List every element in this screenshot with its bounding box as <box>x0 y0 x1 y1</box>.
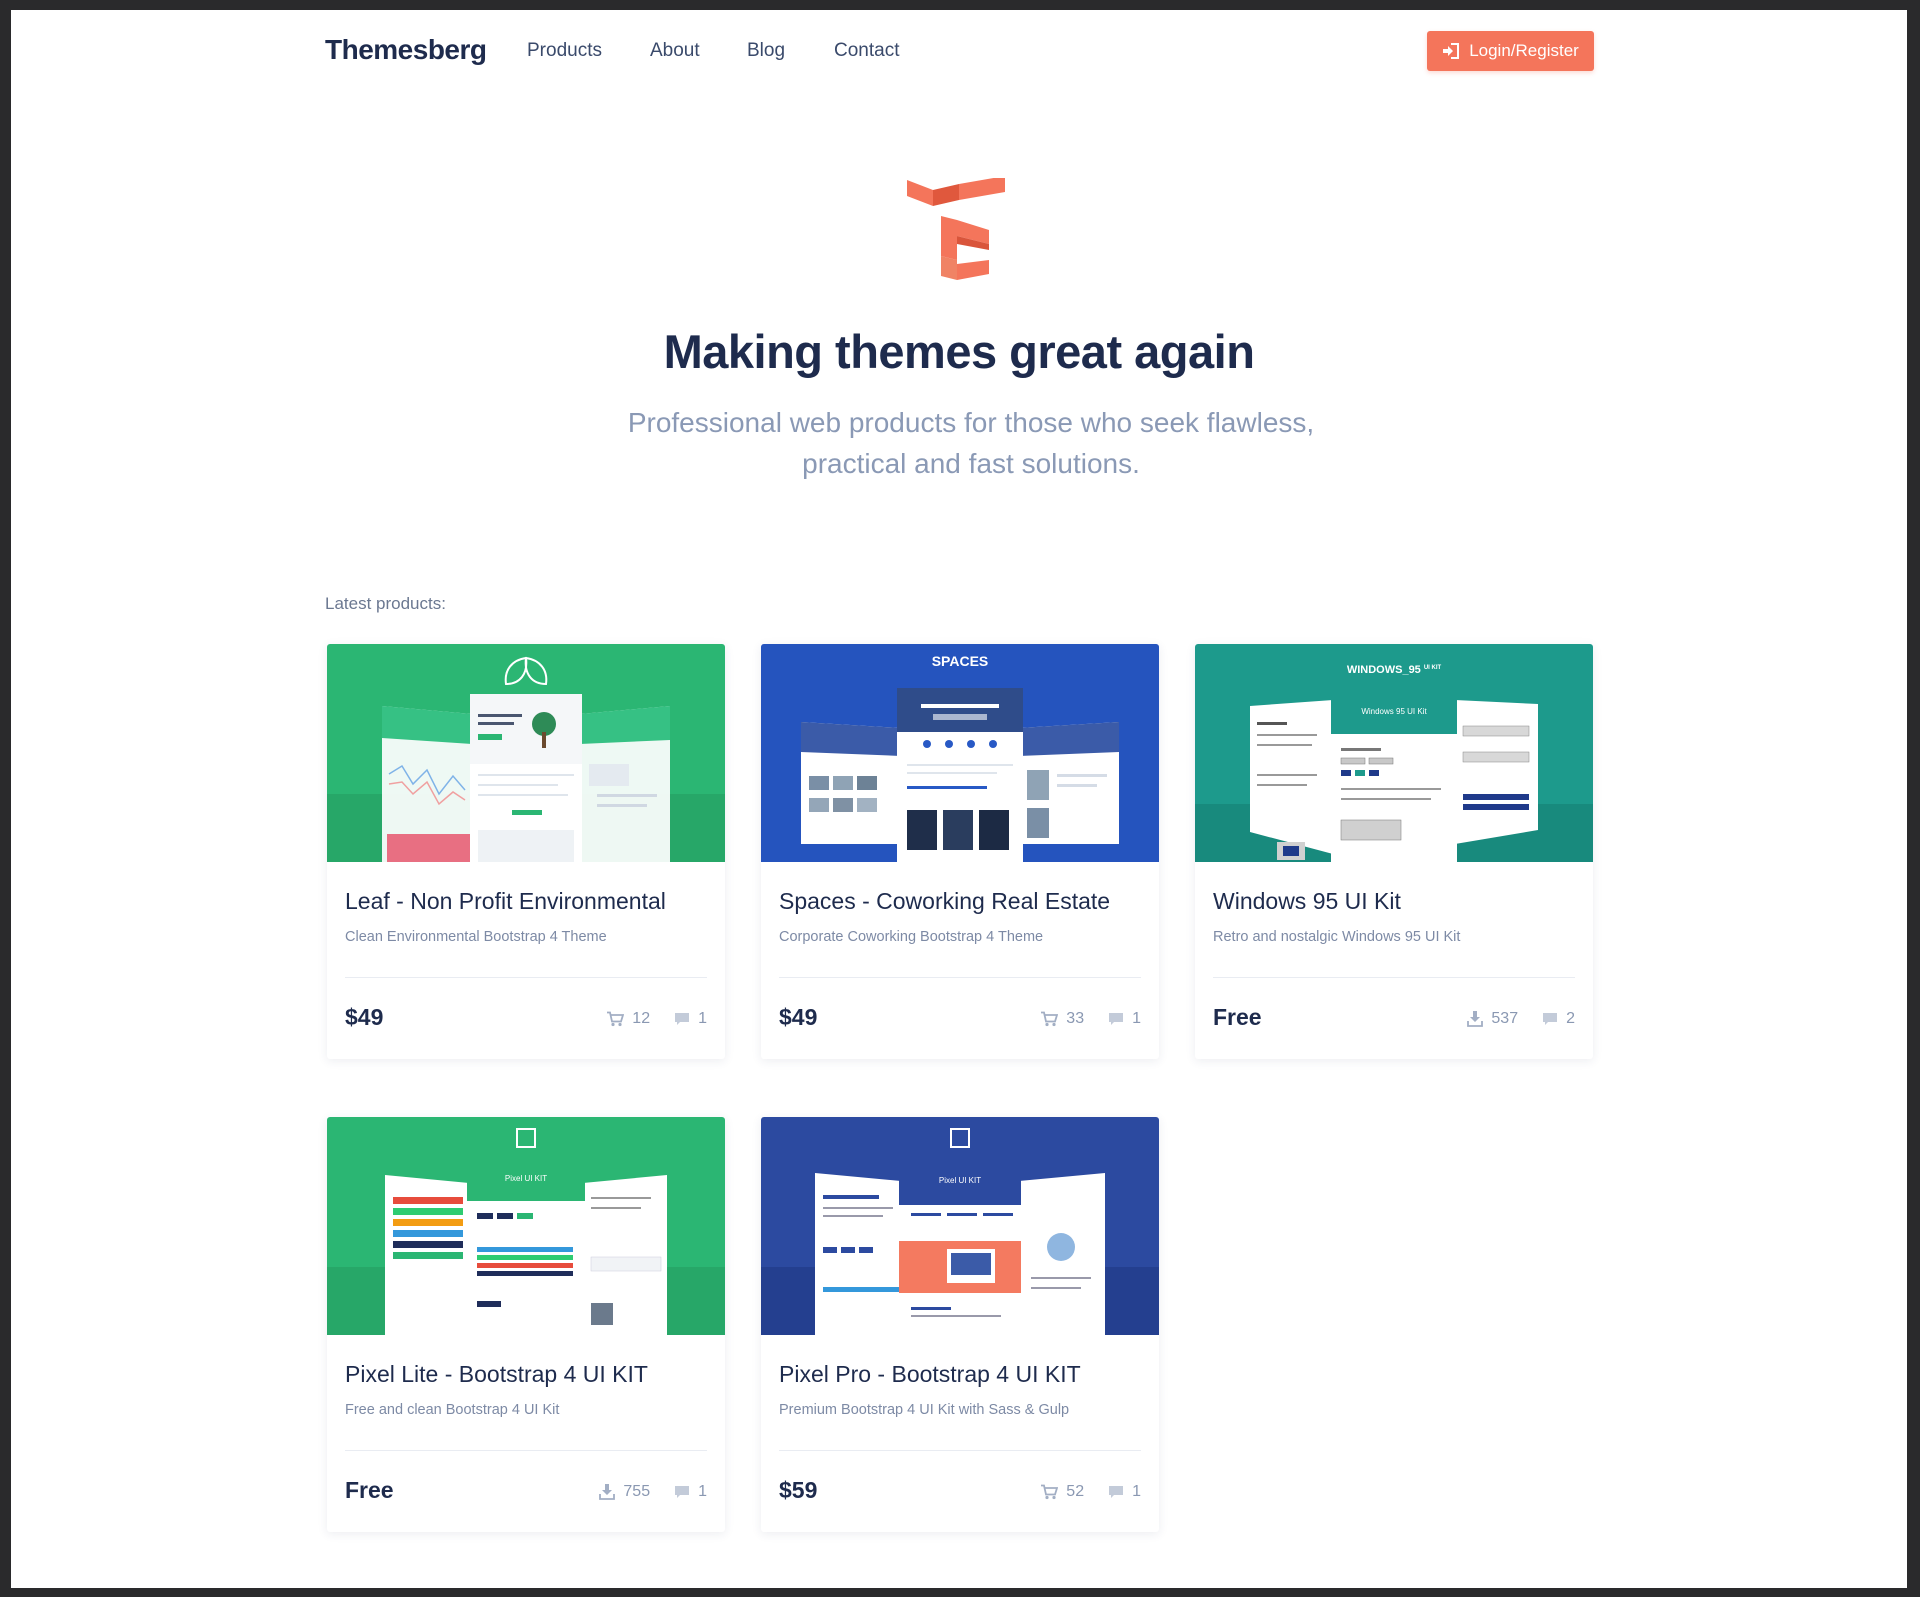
downloads-count: 755 <box>623 1483 651 1500</box>
sales-count: 52 <box>1066 1483 1085 1500</box>
product-stats: 12 1 <box>607 1010 707 1028</box>
product-subtitle: Clean Environmental Bootstrap 4 Theme <box>345 929 607 945</box>
product-stats: 33 1 <box>1041 1010 1141 1028</box>
comments-count: 2 <box>1566 1010 1575 1027</box>
sales-count: 33 <box>1066 1010 1085 1027</box>
themesberg-logo-icon <box>907 176 1011 296</box>
comment-icon <box>1108 1485 1124 1499</box>
top-navbar: Themesberg Products About Blog Contact L… <box>11 10 1907 110</box>
comments-stat[interactable]: 2 <box>1542 1010 1575 1028</box>
comment-icon <box>674 1485 690 1499</box>
browser-viewport: Themesberg Products About Blog Contact L… <box>11 10 1907 1588</box>
card-divider <box>1213 977 1575 978</box>
cart-icon <box>1041 1011 1059 1027</box>
product-card-windows95[interactable]: WINDOWS_95 UI KIT Windows 95 UI Kit Wind… <box>1195 644 1593 1059</box>
product-title[interactable]: Pixel Lite - Bootstrap 4 UI KIT <box>345 1361 648 1388</box>
hero-title: Making themes great again <box>663 325 1255 378</box>
product-card-leaf[interactable]: Leaf - Non Profit Environmental Clean En… <box>327 644 725 1059</box>
nav-blog[interactable]: Blog <box>747 40 785 62</box>
card-divider <box>345 1450 707 1451</box>
comments-stat[interactable]: 1 <box>1108 1010 1141 1028</box>
windows95-banner-text: WINDOWS_95 <box>1347 664 1421 676</box>
comment-icon <box>1542 1012 1558 1026</box>
product-stats: 755 1 <box>599 1483 707 1501</box>
product-price: $49 <box>345 1004 384 1030</box>
sales-stat: 12 <box>607 1010 650 1028</box>
product-card-spaces[interactable]: SPACES Spaces - Coworking Real Estate Co… <box>761 644 1159 1059</box>
downloads-count: 537 <box>1491 1010 1519 1027</box>
pixel-lite-panel-text: Pixel UI KIT <box>505 1174 547 1183</box>
product-subtitle: Corporate Coworking Bootstrap 4 Theme <box>779 929 1044 945</box>
nav-products[interactable]: Products <box>527 40 602 62</box>
card-divider <box>779 977 1141 978</box>
spaces-banner-text: SPACES <box>932 653 989 669</box>
downloads-stat: 755 <box>599 1483 650 1501</box>
cart-icon <box>1041 1484 1059 1500</box>
product-title[interactable]: Windows 95 UI Kit <box>1213 888 1401 915</box>
comments-count: 1 <box>1132 1483 1141 1500</box>
latest-products-label: Latest products: <box>325 594 446 613</box>
comments-count: 1 <box>1132 1010 1141 1027</box>
product-title[interactable]: Pixel Pro - Bootstrap 4 UI KIT <box>779 1361 1081 1388</box>
download-icon <box>599 1484 616 1500</box>
comments-stat[interactable]: 1 <box>1108 1483 1141 1501</box>
product-title[interactable]: Leaf - Non Profit Environmental <box>345 888 666 915</box>
download-icon <box>1467 1011 1484 1027</box>
product-image-spaces: SPACES <box>761 644 1159 862</box>
product-image-windows95: WINDOWS_95 UI KIT Windows 95 UI Kit <box>1195 644 1593 862</box>
windows95-banner-sup: UI KIT <box>1424 665 1442 671</box>
product-image-pixel-pro: Pixel UI KIT <box>761 1117 1159 1335</box>
product-subtitle: Premium Bootstrap 4 UI Kit with Sass & G… <box>779 1402 1070 1418</box>
sales-stat: 33 <box>1041 1010 1084 1028</box>
comments-count: 1 <box>698 1010 707 1027</box>
comment-icon <box>1108 1012 1124 1026</box>
product-stats: 537 2 <box>1467 1010 1575 1028</box>
product-subtitle: Free and clean Bootstrap 4 UI Kit <box>345 1402 560 1418</box>
windows95-panel-text: Windows 95 UI Kit <box>1361 707 1427 716</box>
comments-stat[interactable]: 1 <box>674 1483 707 1501</box>
product-card-pixel-pro[interactable]: Pixel UI KIT Pixel Pro - Bootstrap 4 UI … <box>761 1117 1159 1532</box>
comments-count: 1 <box>698 1483 707 1500</box>
pixel-pro-panel-text: Pixel UI KIT <box>939 1176 981 1185</box>
login-register-label: Login/Register <box>1469 41 1579 60</box>
nav-contact[interactable]: Contact <box>834 40 899 62</box>
brand-logo-text[interactable]: Themesberg <box>325 34 487 66</box>
comment-icon <box>674 1012 690 1026</box>
product-subtitle: Retro and nostalgic Windows 95 UI Kit <box>1213 929 1461 945</box>
sales-count: 12 <box>632 1010 651 1027</box>
product-image-pixel-lite: Pixel UI KIT <box>327 1117 725 1335</box>
product-price: Free <box>345 1477 394 1503</box>
product-price: Free <box>1213 1004 1262 1030</box>
product-stats: 52 1 <box>1041 1483 1141 1501</box>
downloads-stat: 537 <box>1467 1010 1518 1028</box>
card-divider <box>779 1450 1141 1451</box>
sign-in-icon <box>1442 43 1460 59</box>
product-card-pixel-lite[interactable]: Pixel UI KIT Pixel Lite - Bootstrap 4 UI… <box>327 1117 725 1532</box>
cart-icon <box>607 1011 625 1027</box>
product-price: $49 <box>779 1004 818 1030</box>
product-title[interactable]: Spaces - Coworking Real Estate <box>779 888 1110 915</box>
comments-stat[interactable]: 1 <box>674 1010 707 1028</box>
card-divider <box>345 977 707 978</box>
nav-about[interactable]: About <box>650 40 700 62</box>
product-image-leaf <box>327 644 725 862</box>
sales-stat: 52 <box>1041 1483 1084 1501</box>
hero-subtitle: Professional web products for those who … <box>627 407 1315 479</box>
product-price: $59 <box>779 1477 818 1503</box>
login-register-button[interactable]: Login/Register <box>1427 31 1594 71</box>
